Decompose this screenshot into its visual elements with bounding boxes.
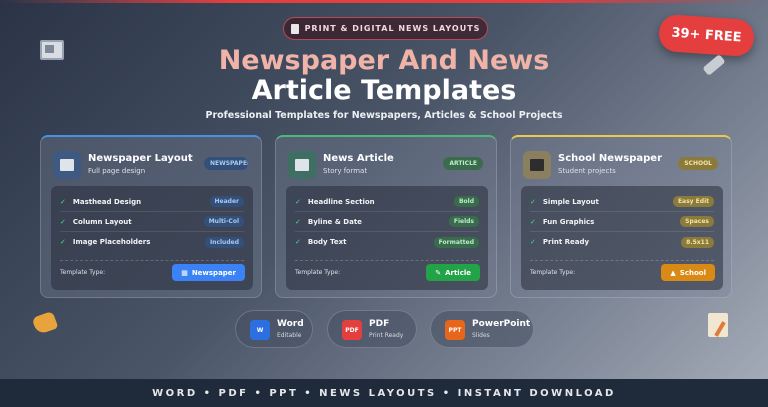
newspaper-icon: ▦	[181, 268, 188, 277]
format-name: PowerPoint	[472, 319, 531, 329]
word-icon: W	[250, 320, 270, 340]
template-type-label: Template Type:	[530, 269, 576, 276]
feature-badge: Fields	[448, 216, 479, 227]
card-subtitle: Story format	[323, 167, 368, 175]
feature-row: ✓ Simple Layout Easy Edit	[530, 192, 714, 212]
card-news-article[interactable]: News Article Story format ARTICLE ✓ Headl…	[275, 135, 497, 298]
divider	[60, 260, 244, 261]
card-tag: NEWSPAPER	[204, 157, 248, 170]
feature-row: ✓ Body Text Formatted	[295, 232, 479, 252]
feature-badge: Easy Edit	[672, 196, 714, 207]
feature-badge: Bold	[453, 196, 479, 207]
format-desc: Print Ready	[369, 332, 404, 339]
feature-row: ✓ Print Ready 8.5x11	[530, 232, 714, 252]
card-title: Newspaper Layout	[88, 153, 193, 164]
document-icon	[290, 23, 299, 34]
feature-row: ✓ Image Placeholders Included	[60, 232, 244, 252]
feature-badge: Spaces	[680, 216, 714, 227]
feature-row: ✓ Fun Graphics Spaces	[530, 212, 714, 232]
card-tag: SCHOOL	[678, 157, 718, 170]
card-newspaper-layout[interactable]: Newspaper Layout Full page design NEWSPA…	[40, 135, 262, 298]
divider	[295, 260, 479, 261]
newspaper-button[interactable]: ▦ Newspaper	[172, 264, 245, 281]
feature-badge: 8.5x11	[681, 236, 714, 248]
card-tag: ARTICLE	[443, 157, 483, 170]
feature-row: ✓ Headline Section Bold	[295, 192, 479, 212]
feature-row: ✓ Byline & Date Fields	[295, 212, 479, 232]
card-subtitle: Full page design	[88, 167, 146, 175]
format-powerpoint[interactable]: PPT PowerPoint Slides	[430, 310, 534, 348]
newspaper-layout-icon	[53, 151, 81, 179]
format-desc: Editable	[277, 332, 302, 339]
format-pdf[interactable]: PDF PDF Print Ready	[327, 310, 417, 348]
template-type-label: Template Type:	[60, 269, 106, 276]
category-pill-label: PRINT & DIGITAL NEWS LAYOUTS	[304, 24, 481, 33]
feature-badge: Header	[209, 196, 244, 207]
format-name: PDF	[369, 319, 390, 329]
feature-badge: Multi-Col	[203, 216, 244, 227]
check-icon: ✓	[530, 217, 536, 226]
feature-badge: Included	[204, 236, 244, 248]
card-subtitle: Student projects	[558, 167, 616, 175]
format-desc: Slides	[472, 332, 490, 339]
category-pill: PRINT & DIGITAL NEWS LAYOUTS	[283, 17, 488, 40]
check-icon: ✓	[295, 197, 301, 206]
template-type-label: Template Type:	[295, 269, 341, 276]
footer-bar: WORD • PDF • PPT • NEWS LAYOUTS • INSTAN…	[0, 379, 768, 407]
check-icon: ✓	[530, 197, 536, 206]
feature-row: ✓ Column Layout Multi-Col	[60, 212, 244, 232]
page-title-line1: Newspaper And News	[218, 45, 550, 76]
format-word[interactable]: W Word Editable	[235, 310, 313, 348]
card-school-newspaper[interactable]: School Newspaper Student projects SCHOOL…	[510, 135, 732, 298]
page-title-line2: Article Templates	[251, 75, 517, 106]
feature-row: ✓ Masthead Design Header	[60, 192, 244, 212]
powerpoint-icon: PPT	[445, 320, 465, 340]
feature-badge: Formatted	[433, 236, 479, 248]
format-name: Word	[277, 319, 304, 329]
page-subtitle: Professional Templates for Newspapers, A…	[205, 110, 563, 121]
top-accent-line	[0, 0, 768, 3]
check-icon: ✓	[60, 217, 66, 226]
writing-hand-icon	[31, 310, 59, 336]
card-title: News Article	[323, 153, 394, 164]
divider	[530, 260, 714, 261]
article-icon	[288, 151, 316, 179]
check-icon: ✓	[530, 238, 536, 246]
article-button[interactable]: ✎ Article	[426, 264, 480, 281]
pdf-icon: PDF	[342, 320, 362, 340]
school-button[interactable]: ▲ School	[661, 264, 715, 281]
memo-icon	[708, 313, 728, 337]
check-icon: ✓	[60, 238, 66, 246]
check-icon: ✓	[295, 238, 301, 246]
memo-icon: ✎	[435, 268, 442, 277]
card-title: School Newspaper	[558, 153, 663, 164]
check-icon: ✓	[60, 197, 66, 206]
graduation-cap-icon: ▲	[670, 268, 676, 277]
check-icon: ✓	[295, 217, 301, 226]
graduation-cap-icon	[523, 151, 551, 179]
